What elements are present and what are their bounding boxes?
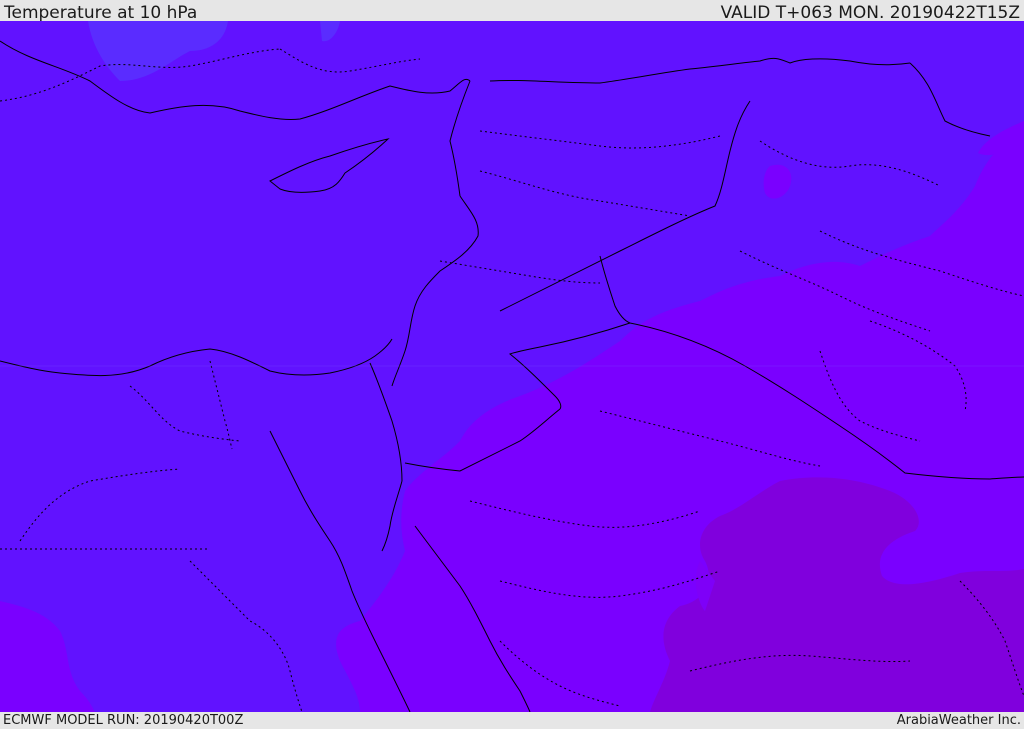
map-canvas: [0, 21, 1024, 712]
credit-text: ArabiaWeather Inc.: [896, 713, 1021, 728]
weather-map[interactable]: [0, 21, 1024, 712]
model-run: ECMWF MODEL RUN: 20190420T00Z: [3, 713, 244, 728]
valid-time: VALID T+063 MON. 20190422T15Z: [720, 3, 1020, 23]
map-title: Temperature at 10 hPa: [4, 3, 198, 23]
footer-bar: ECMWF MODEL RUN: 20190420T00Z ArabiaWeat…: [0, 712, 1024, 729]
header-bar: Temperature at 10 hPa VALID T+063 MON. 2…: [0, 0, 1024, 23]
